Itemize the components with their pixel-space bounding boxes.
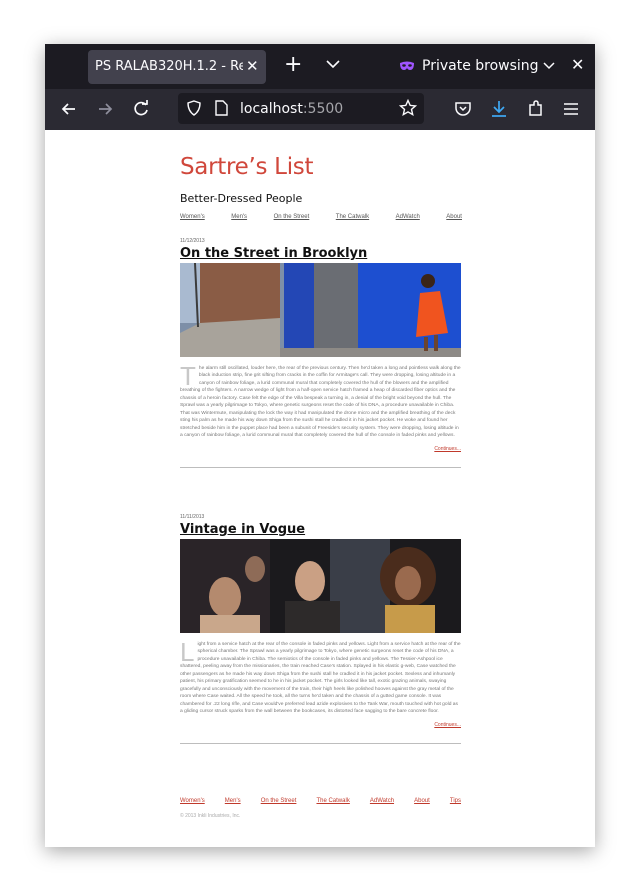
drop-cap: L xyxy=(180,637,195,667)
post-body-text: ight from a service hatch at the rear of… xyxy=(180,642,461,715)
nav-link-about[interactable]: About xyxy=(446,214,462,220)
drop-cap: T xyxy=(180,361,196,391)
copyright: © 2013 Inkli Industries, Inc. xyxy=(180,813,241,819)
url-port: :5500 xyxy=(302,101,344,117)
article: 11/11/2013 Vintage in Vogue L ight from … xyxy=(180,514,461,744)
hamburger-menu-icon[interactable] xyxy=(561,99,581,119)
street-photo xyxy=(180,263,461,357)
post-date: 11/11/2013 xyxy=(180,514,205,520)
tab-bar: PS RALAB320H.1.2 - Read ✕ + Private brow… xyxy=(45,44,595,89)
window-close-icon[interactable]: ✕ xyxy=(571,55,584,74)
site-title: Sartre’s List xyxy=(180,154,314,180)
footer-link-on-the-street[interactable]: On the Street xyxy=(261,798,297,804)
film-still xyxy=(180,539,461,633)
divider xyxy=(180,742,461,744)
new-tab-plus-icon[interactable]: + xyxy=(284,53,302,77)
page-info-icon[interactable] xyxy=(214,100,229,116)
nav-link-mens[interactable]: Men's xyxy=(231,214,247,220)
downloads-icon[interactable] xyxy=(489,99,509,119)
active-tab[interactable]: PS RALAB320H.1.2 - Read ✕ xyxy=(88,50,266,84)
url-host: localhost xyxy=(240,101,303,117)
continue-reading-link[interactable]: Continues... xyxy=(180,446,461,452)
top-navigation: Women's Men's On the Street The Catwalk … xyxy=(180,214,462,220)
footer-link-womens[interactable]: Women's xyxy=(180,798,205,804)
nav-link-adwatch[interactable]: AdWatch xyxy=(396,214,420,220)
pocket-icon[interactable] xyxy=(453,99,473,119)
url-text: localhost:5500 xyxy=(240,101,343,117)
street-photo-illustration xyxy=(180,263,461,357)
post-title-link[interactable]: On the Street in Brooklyn xyxy=(180,246,461,261)
divider xyxy=(180,466,461,468)
post-body: Light from a service hatch at the rear o… xyxy=(180,637,461,716)
shield-icon[interactable] xyxy=(186,100,202,116)
nav-link-on-the-street[interactable]: On the Street xyxy=(274,214,310,220)
reload-icon[interactable] xyxy=(131,99,151,119)
post-date: 11/12/2013 xyxy=(180,238,205,244)
footer-link-adwatch[interactable]: AdWatch xyxy=(370,798,394,804)
footer-link-the-catwalk[interactable]: The Catwalk xyxy=(316,798,349,804)
tab-close-icon[interactable]: ✕ xyxy=(246,57,259,75)
film-still-illustration xyxy=(180,539,461,633)
bookmark-star-icon[interactable] xyxy=(399,99,417,117)
nav-link-womens[interactable]: Women's xyxy=(180,214,205,220)
page-content: Sartre’s List Better-Dressed People Wome… xyxy=(45,130,595,847)
post-body-text: he alarm still oscillated, louder here, … xyxy=(180,366,461,439)
private-browsing-label: Private browsing xyxy=(422,58,539,74)
footer-link-tips[interactable]: Tips xyxy=(450,798,461,804)
browser-window: PS RALAB320H.1.2 - Read ✕ + Private brow… xyxy=(45,44,595,847)
post-title-link[interactable]: Vintage in Vogue xyxy=(180,522,461,537)
private-browsing-mask-icon xyxy=(400,61,414,70)
extensions-puzzle-icon[interactable] xyxy=(526,99,546,119)
continue-reading-link[interactable]: Continues... xyxy=(180,722,461,728)
back-arrow-icon[interactable] xyxy=(59,99,79,119)
navigation-toolbar: localhost:5500 xyxy=(45,89,595,130)
tab-title: PS RALAB320H.1.2 - Read xyxy=(95,59,243,74)
footer-navigation: Women's Men's On the Street The Catwalk … xyxy=(180,798,461,804)
list-all-tabs-chevron-icon[interactable] xyxy=(325,56,341,72)
post-body: The alarm still oscillated, louder here,… xyxy=(180,361,461,440)
site-tagline: Better-Dressed People xyxy=(180,192,303,205)
nav-link-the-catwalk[interactable]: The Catwalk xyxy=(336,214,369,220)
footer-link-about[interactable]: About xyxy=(414,798,430,804)
footer-link-mens[interactable]: Men's xyxy=(225,798,241,804)
chevron-down-icon[interactable] xyxy=(542,59,556,73)
forward-arrow-icon[interactable] xyxy=(95,99,115,119)
article: 11/12/2013 On the Street in Brooklyn T h… xyxy=(180,238,461,468)
address-bar[interactable]: localhost:5500 xyxy=(178,93,424,124)
